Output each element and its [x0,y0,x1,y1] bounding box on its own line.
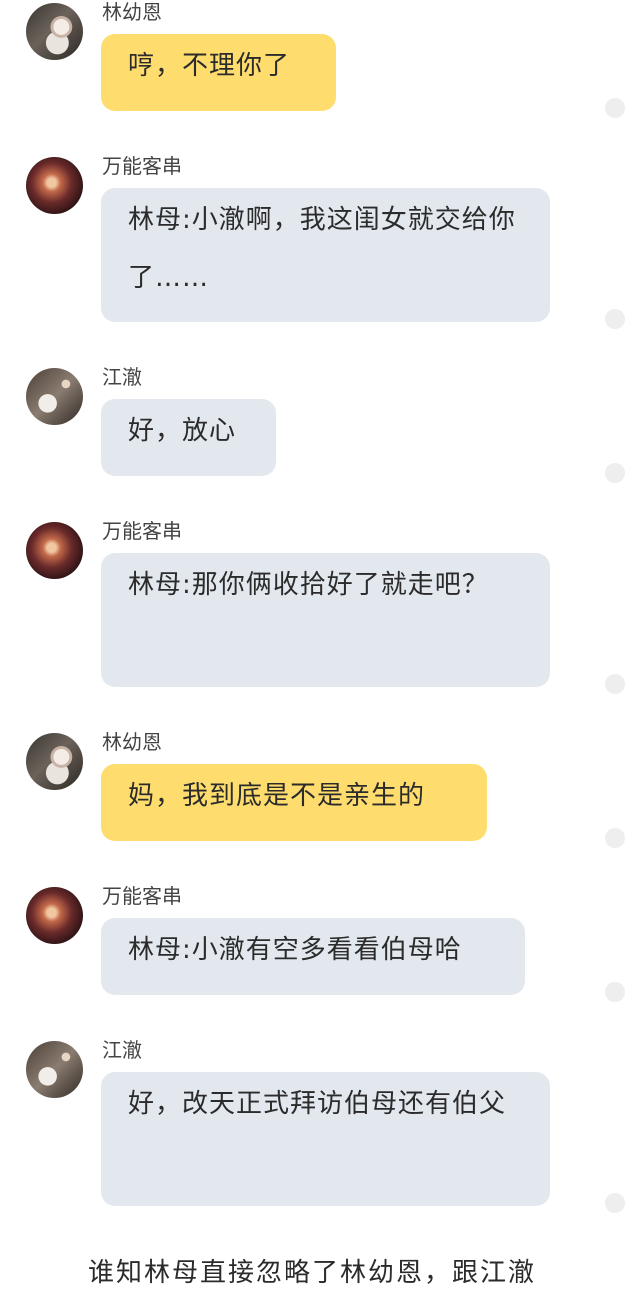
narration-text: 谁知林母直接忽略了林幼恩，跟江澈 [88,1258,537,1288]
status-dot-icon [605,309,625,329]
sender-name: 江澈 [102,1038,142,1062]
status-dot-icon [605,982,625,1002]
sender-name: 万能客串 [102,884,182,908]
message-bubble[interactable]: 林母:小澈有空多看看伯母哈 [101,918,525,995]
message-bubble[interactable]: 好，放心 [101,399,276,476]
message-bubble[interactable]: 妈，我到底是不是亲生的 [101,764,487,841]
sender-avatar[interactable] [26,3,83,60]
sender-avatar[interactable] [26,1041,83,1098]
sender-name: 林幼恩 [102,730,162,754]
status-dot-icon [605,98,625,118]
sender-name: 万能客串 [102,154,182,178]
status-dot-icon [605,463,625,483]
sender-avatar[interactable] [26,368,83,425]
message-bubble[interactable]: 林母:那你俩收拾好了就走吧？ [101,553,550,687]
sender-name: 林幼恩 [102,0,162,24]
message-bubble[interactable]: 哼，不理你了 [101,34,336,111]
sender-avatar[interactable] [26,157,83,214]
status-dot-icon [605,1193,625,1213]
message-bubble[interactable]: 好，改天正式拜访伯母还有伯父 [101,1072,550,1206]
sender-avatar[interactable] [26,887,83,944]
sender-name: 万能客串 [102,519,182,543]
status-dot-icon [605,674,625,694]
sender-name: 江澈 [102,365,142,389]
status-dot-icon [605,828,625,848]
message-bubble[interactable]: 林母:小澈啊，我这闺女就交给你了…… [101,188,550,322]
sender-avatar[interactable] [26,522,83,579]
sender-avatar[interactable] [26,733,83,790]
